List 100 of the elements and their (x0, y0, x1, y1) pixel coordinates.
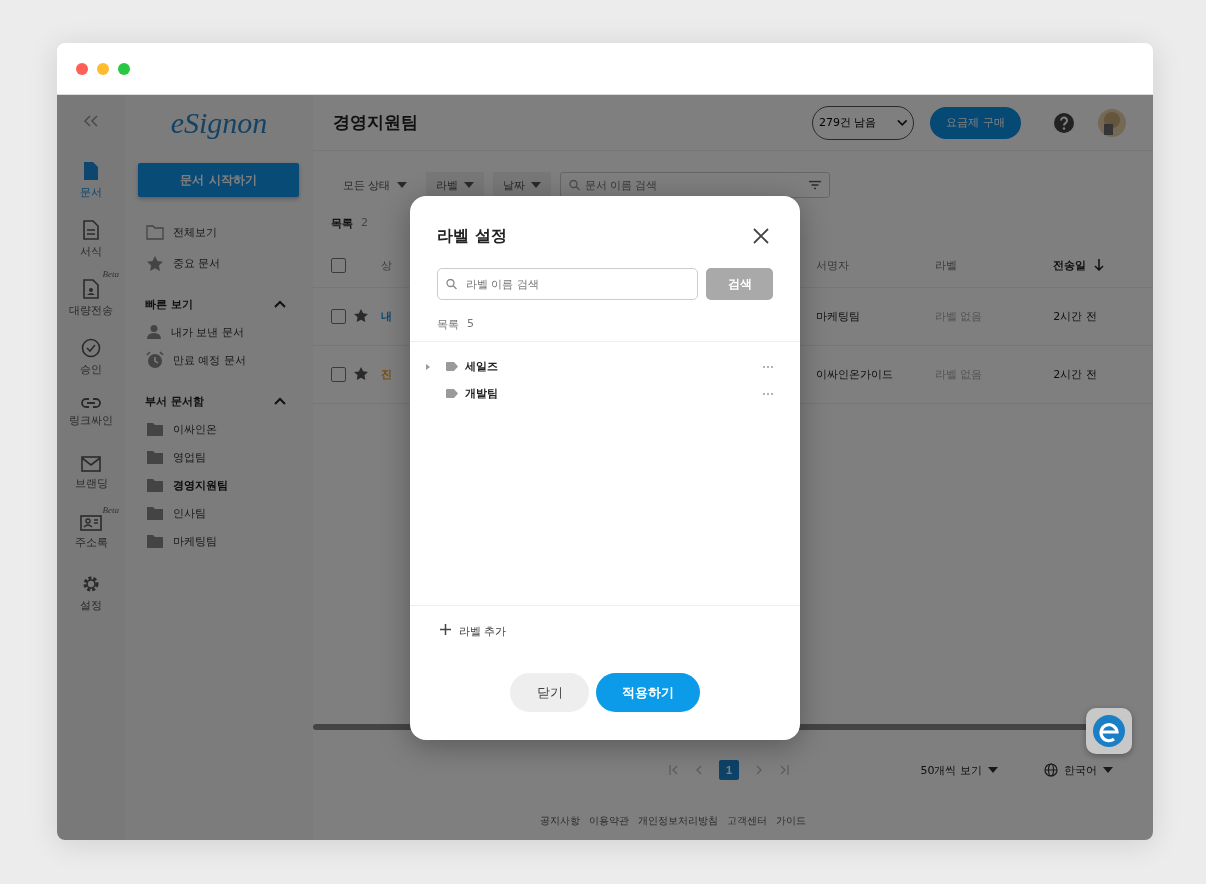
more-icon[interactable] (763, 392, 773, 395)
footer-link[interactable]: 가이드 (776, 814, 806, 828)
column-header[interactable]: 전송일 (1053, 257, 1153, 273)
sort-arrow-icon (1094, 259, 1105, 271)
list-count: 2 (361, 216, 368, 231)
star-icon[interactable] (352, 365, 369, 381)
sidebar-item[interactable]: 만료 예정 문서 (125, 349, 313, 371)
label-name[interactable]: 세일즈 (465, 359, 498, 374)
column-header[interactable]: 라벨 (934, 258, 957, 272)
folder-icon (146, 449, 164, 465)
column-header[interactable]: 상 (380, 258, 392, 272)
plus-icon (440, 624, 451, 635)
previous-page-icon[interactable] (696, 765, 702, 775)
filter-dropdown[interactable]: 라벨 (425, 172, 484, 198)
list-count: 5 (467, 317, 474, 332)
globe-icon (1044, 763, 1058, 777)
nav-item[interactable]: 링크싸인 (69, 397, 113, 428)
sidebar-item[interactable]: 내가 보낸 문서 (125, 321, 313, 343)
document-icon (83, 161, 99, 181)
label-search-field[interactable]: 라벨 이름 검색 (437, 268, 698, 300)
buy-plan-button[interactable]: 요금제 구매 (930, 106, 1021, 139)
caret-icon (1103, 767, 1113, 773)
modal-title: 라벨 설정 (437, 225, 507, 247)
folder-icon (146, 505, 164, 521)
label-name[interactable]: 개발팀 (465, 386, 498, 401)
chevron-icon[interactable] (274, 397, 286, 405)
nav-item[interactable]: 브랜딩 (74, 456, 108, 491)
tag-icon (446, 389, 458, 398)
folder-icon (146, 533, 164, 549)
nav-item[interactable]: 대량전송 (69, 279, 113, 318)
filter-icon[interactable] (808, 180, 821, 190)
select-all-checkbox[interactable] (331, 257, 346, 273)
contact-card-icon (80, 515, 102, 531)
page-title: 경영지원팀 (333, 111, 418, 134)
filter-dropdown[interactable]: 날짜 (492, 172, 551, 198)
start-document-button[interactable]: 문서 시작하기 (138, 163, 299, 197)
beta-label: Beta (102, 505, 119, 515)
star-icon[interactable] (352, 307, 369, 323)
more-icon[interactable] (763, 365, 773, 368)
search-button[interactable]: 검색 (706, 268, 773, 300)
logo[interactable]: eSignon (170, 105, 268, 140)
sidebar-item[interactable]: 전체보기 (125, 221, 313, 243)
section-title: 부서 문서함 (145, 393, 204, 409)
sidebar-item[interactable]: 중요 문서 (125, 252, 313, 274)
sidebar-item[interactable]: 이싸인온 (125, 418, 313, 440)
sidebar-item[interactable]: 경영지원팀 (125, 474, 313, 496)
check-circle-icon (81, 338, 101, 358)
row-checkbox[interactable] (331, 367, 346, 382)
row-checkbox[interactable] (331, 309, 346, 324)
add-label-button[interactable]: 라벨 추가 (410, 605, 800, 655)
settings-icon (81, 574, 101, 594)
folder-icon (146, 224, 164, 240)
quota-dropdown[interactable]: 279건 남음 (812, 105, 914, 140)
search-icon (446, 278, 457, 290)
chat-button[interactable] (1086, 708, 1132, 754)
form-icon (83, 220, 99, 240)
nav-item[interactable]: 주소록 (74, 515, 108, 550)
footer-link[interactable]: 공지사항 (540, 814, 580, 828)
apply-button[interactable]: 적용하기 (596, 673, 700, 712)
chevron-down-icon (896, 118, 907, 127)
page-size-dropdown[interactable]: 50개씩 보기 (914, 761, 1004, 779)
caret-icon (396, 182, 407, 188)
footer-link[interactable]: 개인정보처리방침 (638, 814, 718, 828)
folder-icon (146, 421, 164, 437)
nav-item[interactable]: 설정 (80, 574, 102, 613)
person-icon (146, 324, 162, 340)
sidebar-item[interactable]: 마케팅팀 (125, 530, 313, 552)
next-page-icon[interactable] (756, 765, 762, 775)
nav-item[interactable]: 서식 (80, 220, 102, 259)
e-logo-icon (1092, 714, 1126, 748)
first-page-icon[interactable] (669, 765, 679, 775)
nav-item[interactable]: 문서 (80, 161, 102, 200)
collapse-icon[interactable] (83, 115, 99, 127)
close-icon[interactable] (753, 228, 769, 244)
close-button[interactable]: 닫기 (510, 673, 589, 712)
footer-link[interactable]: 고객센터 (727, 814, 767, 828)
expand-arrow-icon[interactable] (426, 363, 430, 370)
nav-item[interactable]: 승인 (80, 338, 102, 377)
avatar-icon[interactable] (1097, 107, 1127, 138)
language-dropdown[interactable]: 한국어 (1038, 761, 1119, 779)
sidebar-item[interactable]: 인사팀 (125, 502, 313, 524)
folder-icon (146, 477, 164, 493)
last-page-icon[interactable] (779, 765, 789, 775)
table-cell-text: 2시간 전 (1053, 309, 1098, 324)
document-title[interactable]: 내 (380, 310, 392, 323)
link-icon (81, 397, 101, 409)
document-person-icon (83, 279, 99, 299)
footer-link[interactable]: 이용약관 (589, 814, 629, 828)
star-icon (146, 254, 164, 272)
search-field[interactable]: 문서 이름 검색 (559, 172, 830, 198)
chevron-icon[interactable] (274, 300, 286, 308)
caret-icon (988, 767, 998, 773)
sidebar-item[interactable]: 영업팀 (125, 446, 313, 468)
page-button[interactable]: 1 (719, 760, 739, 780)
alarm-clock-icon (146, 351, 164, 369)
window-controls-icon[interactable] (76, 62, 130, 75)
column-header[interactable]: 서명자 (815, 258, 849, 272)
help-icon[interactable] (1053, 111, 1075, 134)
mail-icon (81, 456, 101, 472)
list-label: 목록 (331, 216, 353, 231)
